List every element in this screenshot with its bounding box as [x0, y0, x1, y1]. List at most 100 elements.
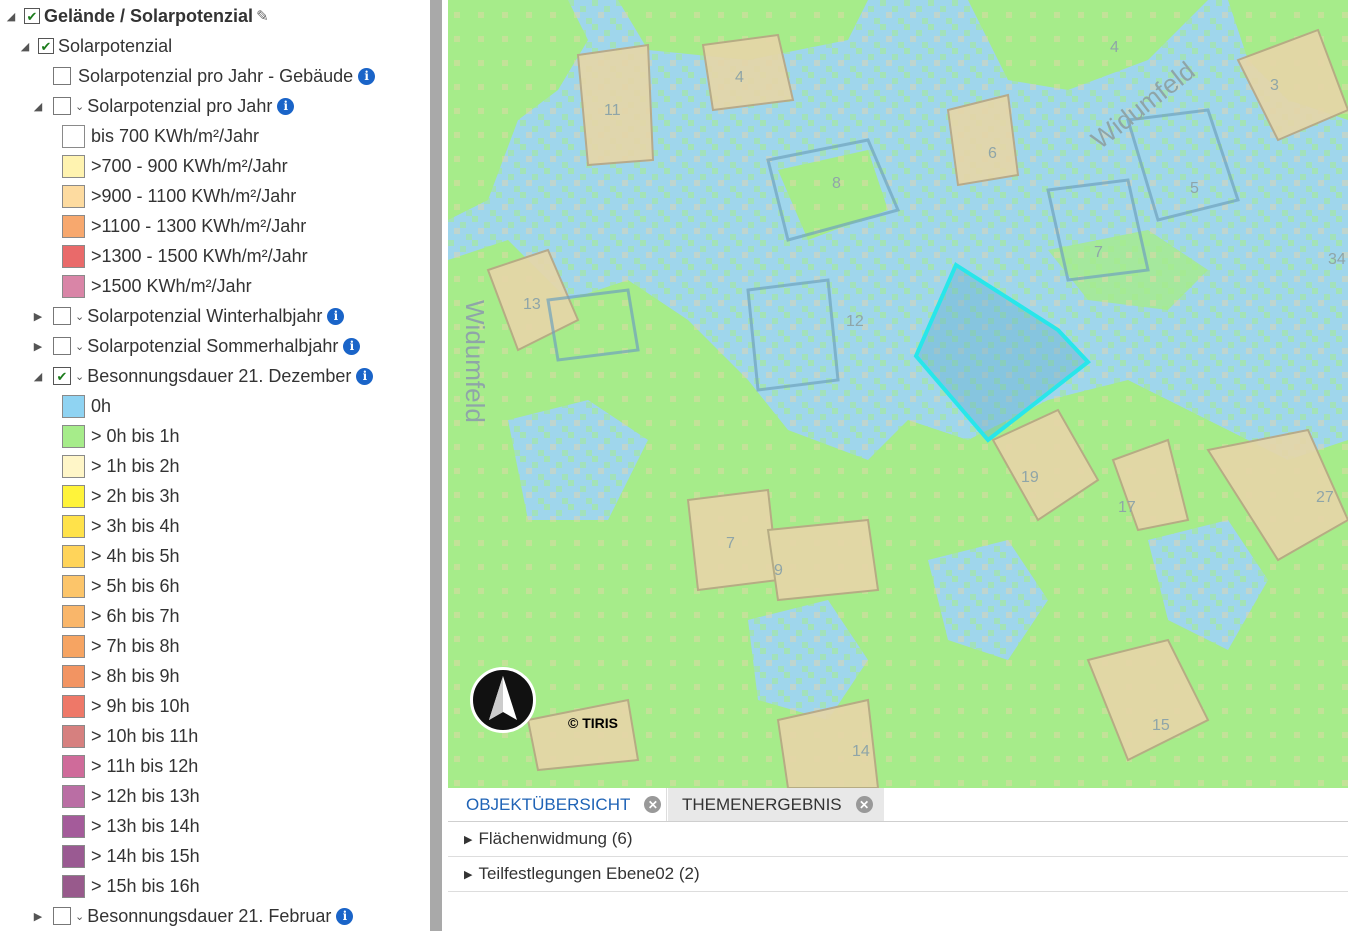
legend-swatch	[62, 784, 85, 808]
legend-item: > 6h bis 7h	[62, 601, 180, 631]
legend-item: > 14h bis 15h	[62, 841, 200, 871]
info-icon[interactable]: i	[343, 337, 361, 355]
legend-item: >1500 KWh/m²/Jahr	[62, 271, 252, 301]
legend-label: > 1h bis 2h	[91, 455, 180, 476]
checkbox-sommer[interactable]	[53, 337, 71, 355]
info-icon[interactable]: i	[356, 367, 374, 385]
expand-arrow-icon[interactable]: ▶	[464, 833, 472, 846]
tree-node-solarpotenzial[interactable]: ◢ ✔ Solarpotenzial	[18, 31, 172, 61]
legend-swatch	[62, 814, 85, 838]
checkbox-solar-jahr[interactable]	[53, 97, 71, 115]
collapse-arrow-icon[interactable]: ◢	[4, 9, 18, 23]
legend-label: > 6h bis 7h	[91, 605, 180, 626]
legend-swatch	[62, 184, 85, 208]
result-row-teilfestlegungen[interactable]: ▶ Teilfestlegungen Ebene02 (2)	[448, 857, 1348, 892]
chevron-down-icon[interactable]: ⌄	[75, 100, 84, 113]
close-icon[interactable]: ✕	[855, 796, 873, 813]
expand-arrow-icon[interactable]: ▶	[464, 868, 472, 881]
svg-text:4: 4	[1110, 39, 1119, 56]
legend-label: > 12h bis 13h	[91, 785, 200, 806]
svg-text:7: 7	[1094, 244, 1103, 261]
result-tabs: OBJEKTÜBERSICHT ✕ THEMENERGEBNIS ✕	[448, 788, 1348, 822]
tree-label-solar-gebaeude: Solarpotenzial pro Jahr - Gebäude	[78, 65, 354, 86]
legend-label: 0h	[91, 395, 112, 416]
svg-text:12: 12	[846, 313, 864, 330]
result-row-flaechenwidmung[interactable]: ▶ Flächenwidmung (6)	[448, 822, 1348, 857]
checkbox-solarpotenzial[interactable]: ✔	[38, 38, 54, 54]
legend-swatch	[62, 634, 85, 658]
legend-item: > 11h bis 12h	[62, 751, 198, 781]
edit-icon[interactable]: ✎	[256, 7, 269, 25]
legend-item: > 1h bis 2h	[62, 451, 180, 481]
checkbox-solar-gebaeude[interactable]	[53, 67, 71, 85]
tab-objektuebersicht[interactable]: OBJEKTÜBERSICHT ✕	[448, 788, 667, 821]
info-icon[interactable]: i	[336, 907, 354, 925]
collapse-arrow-icon[interactable]: ◢	[18, 39, 32, 53]
svg-text:15: 15	[1152, 717, 1170, 734]
legend-swatch	[62, 214, 85, 238]
checkbox-februar[interactable]	[53, 907, 71, 925]
map-canvas[interactable]: 11 4 4 3 6 8 5 7 34 13 12 19 17 27 7 9 1…	[448, 0, 1348, 788]
tree-label-winter: Solarpotenzial Winterhalbjahr	[87, 305, 323, 326]
legend-swatch	[62, 844, 85, 868]
legend-label: > 8h bis 9h	[91, 665, 180, 686]
tab-label: OBJEKTÜBERSICHT	[466, 794, 631, 814]
north-arrow-icon[interactable]	[470, 667, 536, 733]
info-icon[interactable]: i	[277, 97, 295, 115]
collapse-arrow-icon[interactable]: ◢	[31, 369, 45, 383]
chevron-down-icon[interactable]: ⌄	[75, 310, 84, 323]
svg-text:3: 3	[1270, 77, 1279, 94]
legend-item: bis 700 KWh/m²/Jahr	[62, 121, 259, 151]
legend-label: > 14h bis 15h	[91, 845, 200, 866]
layer-tree-panel: ◢ ✔ Gelände / Solarpotenzial ✎ ◢ ✔ Solar…	[0, 0, 430, 931]
close-icon[interactable]: ✕	[644, 796, 662, 813]
info-icon[interactable]: i	[327, 307, 345, 325]
legend-label: > 9h bis 10h	[91, 695, 190, 716]
legend-item: > 4h bis 5h	[62, 541, 180, 571]
tree-node-sommer[interactable]: ▶ ⌄ Solarpotenzial Sommerhalbjahr i	[31, 331, 361, 361]
tree-node-solar-jahr[interactable]: ◢ ⌄ Solarpotenzial pro Jahr i	[31, 91, 295, 121]
checkbox-winter[interactable]	[53, 307, 71, 325]
legend-swatch	[62, 604, 85, 628]
legend-swatch	[62, 754, 85, 778]
tree-node-februar[interactable]: ▶ ⌄ Besonnungsdauer 21. Februar i	[31, 901, 354, 931]
expand-arrow-icon[interactable]: ▶	[31, 339, 45, 353]
checkbox-gelaende[interactable]: ✔	[24, 8, 40, 24]
tab-themenergebnis[interactable]: THEMENERGEBNIS ✕	[668, 788, 884, 821]
tree-node-solar-gebaeude[interactable]: Solarpotenzial pro Jahr - Gebäude i	[53, 61, 376, 91]
legend-label: > 3h bis 4h	[91, 515, 180, 536]
legend-swatch	[62, 424, 85, 448]
legend-swatch	[62, 544, 85, 568]
svg-text:34: 34	[1328, 251, 1346, 268]
checkbox-dezember[interactable]: ✔	[53, 367, 71, 385]
expand-arrow-icon[interactable]: ▶	[31, 309, 45, 323]
collapse-arrow-icon[interactable]: ◢	[31, 99, 45, 113]
legend-label: bis 700 KWh/m²/Jahr	[91, 125, 260, 146]
legend-swatch	[62, 514, 85, 538]
expand-arrow-icon[interactable]: ▶	[31, 909, 45, 923]
chevron-down-icon[interactable]: ⌄	[75, 910, 84, 923]
tree-node-dezember[interactable]: ◢ ✔ ⌄ Besonnungsdauer 21. Dezember i	[31, 361, 374, 391]
svg-text:9: 9	[774, 562, 783, 579]
svg-text:14: 14	[852, 743, 870, 760]
tree-label-sommer: Solarpotenzial Sommerhalbjahr	[87, 335, 339, 356]
tree-node-winter[interactable]: ▶ ⌄ Solarpotenzial Winterhalbjahr i	[31, 301, 345, 331]
legend-item: > 13h bis 14h	[62, 811, 200, 841]
info-icon[interactable]: i	[358, 67, 376, 85]
tree-node-gelaende[interactable]: ◢ ✔ Gelände / Solarpotenzial ✎	[4, 1, 269, 31]
panel-splitter[interactable]	[430, 0, 442, 931]
legend-swatch	[62, 244, 85, 268]
svg-text:6: 6	[988, 145, 997, 162]
legend-item: > 9h bis 10h	[62, 691, 190, 721]
legend-label: > 0h bis 1h	[91, 425, 180, 446]
legend-label: > 5h bis 6h	[91, 575, 180, 596]
legend-label: > 4h bis 5h	[91, 545, 180, 566]
legend-item: >900 - 1100 KWh/m²/Jahr	[62, 181, 296, 211]
svg-text:11: 11	[604, 102, 621, 119]
chevron-down-icon[interactable]: ⌄	[75, 370, 84, 383]
legend-item: > 3h bis 4h	[62, 511, 180, 541]
legend-swatch	[62, 874, 85, 898]
map-view[interactable]: 11 4 4 3 6 8 5 7 34 13 12 19 17 27 7 9 1…	[448, 0, 1348, 788]
chevron-down-icon[interactable]: ⌄	[75, 340, 84, 353]
svg-text:5: 5	[1190, 180, 1199, 197]
